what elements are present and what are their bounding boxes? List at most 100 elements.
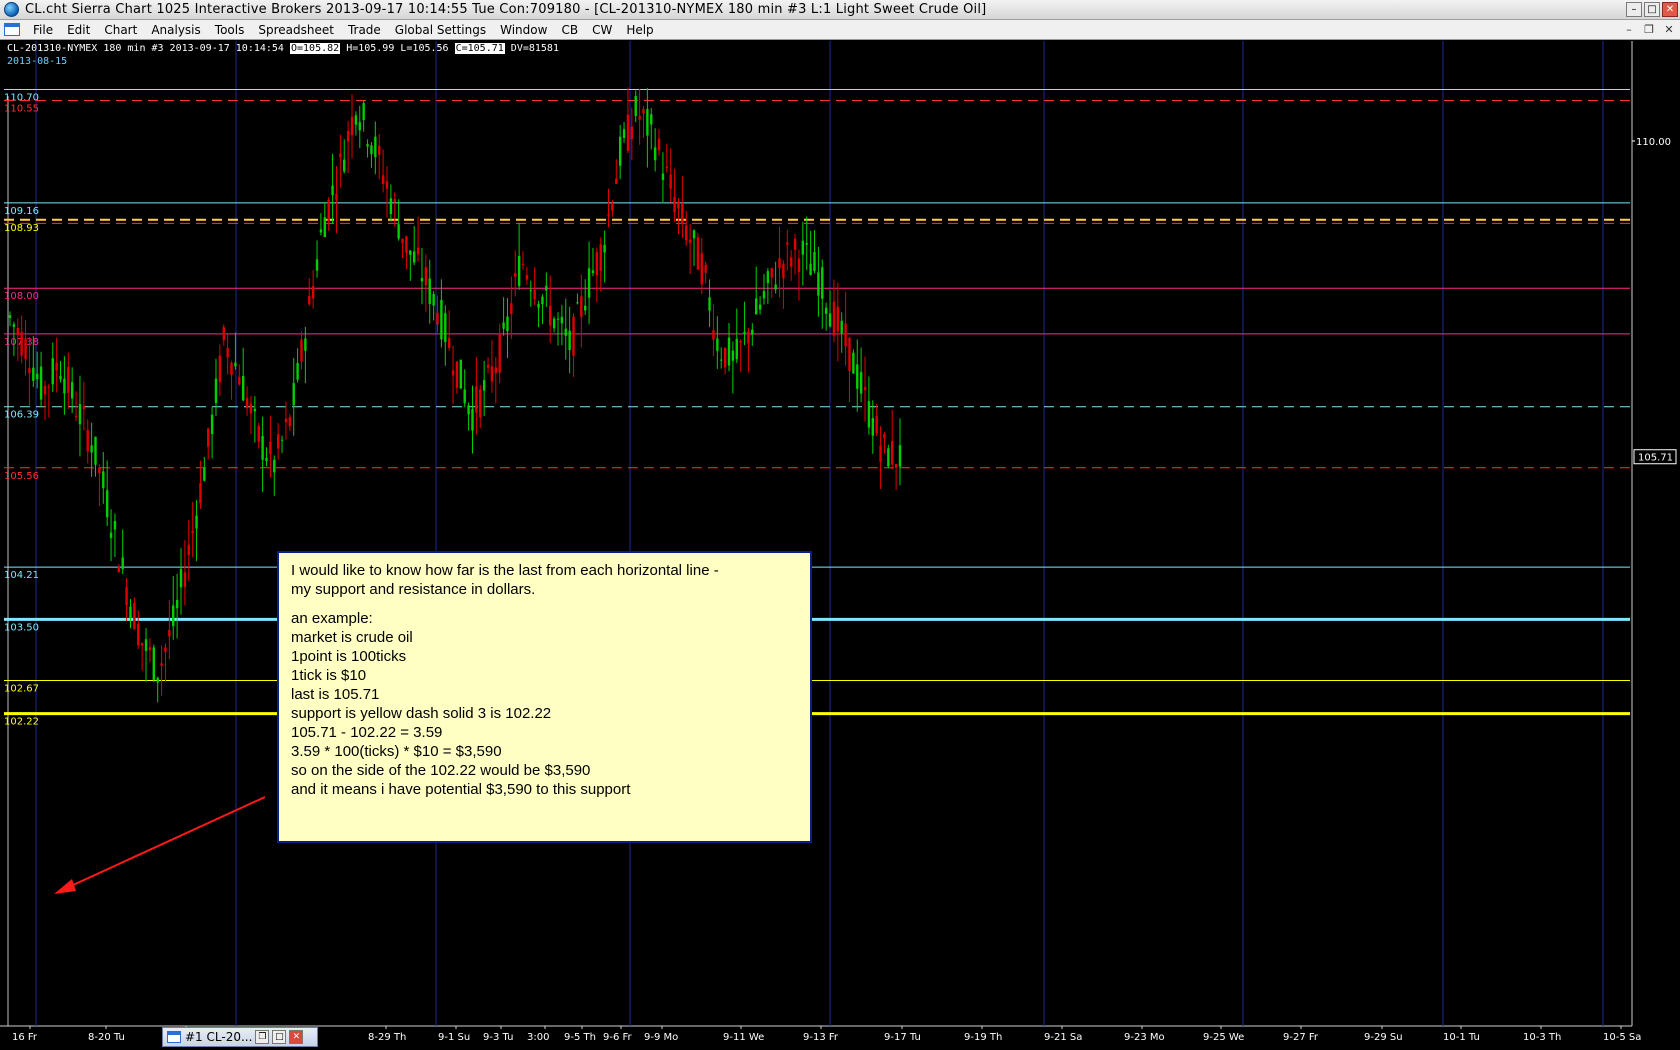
time-axis-label: 9-29 Su (1364, 1032, 1403, 1043)
mini-restore-button[interactable]: ❐ (255, 1030, 270, 1044)
horizontal-level-label: 108.93 (4, 223, 39, 234)
candle-body (751, 329, 754, 335)
candle-body (700, 253, 703, 285)
candle-body (883, 434, 886, 439)
horizontal-level-label: 108.00 (4, 291, 39, 302)
candle-body (529, 289, 532, 291)
menu-file[interactable]: File (26, 23, 60, 37)
menu-spreadsheet[interactable]: Spreadsheet (251, 23, 341, 37)
menu-cw[interactable]: CW (585, 23, 619, 37)
mini-close-button[interactable]: ✕ (289, 1030, 304, 1044)
candle-body (125, 587, 128, 606)
candle-body (440, 299, 443, 340)
candle-body (665, 166, 669, 168)
candle-body (774, 284, 777, 290)
candle-body (20, 332, 23, 356)
menu-chart[interactable]: Chart (97, 23, 144, 37)
candle-body (840, 320, 843, 334)
candle-body (241, 376, 245, 401)
annotation-text-box[interactable]: I would like to know how far is the last… (277, 551, 812, 843)
candle-body (556, 318, 560, 320)
minimized-chart-window[interactable]: #1 CL-20... ❐ □ ✕ (162, 1027, 318, 1047)
horizontal-level-label: 102.67 (4, 683, 39, 694)
candle-body (354, 115, 358, 125)
menu-analysis[interactable]: Analysis (144, 23, 207, 37)
candle-body (444, 313, 447, 342)
menu-trade[interactable]: Trade (341, 23, 388, 37)
candle-body (74, 415, 78, 417)
annotation-arrow-line (59, 796, 266, 892)
candle-body (385, 181, 389, 189)
candle-body (117, 566, 121, 573)
horizontal-level-label: 110.55 (4, 104, 39, 115)
candle-body (389, 198, 393, 215)
menu-edit[interactable]: Edit (60, 23, 97, 37)
candle-body (898, 445, 902, 467)
candle-body (160, 663, 163, 666)
candle-body (607, 214, 610, 216)
candle-body (848, 337, 851, 372)
note-line: last is 105.71 (291, 686, 380, 703)
candle-body (284, 418, 288, 423)
time-axis-label: 9-11 We (723, 1032, 764, 1043)
window-titlebar[interactable]: CL.cht Sierra Chart 1025 Interactive Bro… (0, 0, 1680, 20)
candle-body (467, 405, 470, 415)
note-line: support is yellow dash solid 3 is 102.22 (291, 705, 552, 722)
mini-maximize-button[interactable]: □ (272, 1030, 287, 1044)
candle-body (366, 144, 369, 147)
candle-body (615, 178, 618, 184)
candle-body (207, 428, 210, 447)
time-axis-label: 16 Fr (12, 1032, 38, 1043)
candle-body (560, 316, 564, 324)
candle-body (43, 385, 47, 395)
menu-help[interactable]: Help (619, 23, 660, 37)
horizontal-level-label: 103.50 (4, 622, 39, 633)
price-tick-label: 110.00 (1636, 137, 1671, 148)
time-axis-label: 8-20 Tu (88, 1032, 125, 1043)
horizontal-level-label: 109.16 (4, 206, 39, 217)
candle-body (90, 445, 93, 453)
candle-body (370, 145, 373, 155)
candle-body (677, 201, 680, 209)
candle-body (109, 532, 113, 538)
time-axis-label: 10-3 Th (1523, 1032, 1561, 1043)
mdi-restore-button[interactable]: ❐ (1642, 23, 1656, 36)
menu-tools[interactable]: Tools (208, 23, 252, 37)
minimize-button[interactable]: – (1626, 2, 1642, 17)
close-button[interactable]: ✕ (1662, 2, 1678, 17)
chart-document-icon[interactable] (4, 23, 20, 36)
price-chart[interactable]: 110.70110.55109.16108.93108.00107.38106.… (0, 41, 1680, 1050)
candle-body (786, 242, 789, 245)
candle-body (828, 313, 832, 327)
sierra-chart-app-icon[interactable] (4, 2, 19, 17)
candle-body (199, 483, 202, 504)
note-line: my support and resistance in dollars. (291, 581, 536, 598)
candle-body (537, 303, 540, 308)
candle-body (276, 434, 280, 449)
candle-body (867, 401, 871, 428)
candle-body (755, 298, 758, 315)
candle-body (583, 305, 587, 311)
candle-body (226, 347, 229, 358)
candle-body (346, 131, 350, 142)
time-axis-label: 9-1 Su (438, 1032, 470, 1043)
menu-window[interactable]: Window (493, 23, 554, 37)
mdi-minimize-button[interactable]: – (1622, 23, 1636, 36)
chart-canvas[interactable]: 110.70110.55109.16108.93108.00107.38106.… (0, 41, 1680, 1050)
candle-body (374, 136, 377, 158)
menu-global-settings[interactable]: Global Settings (388, 23, 493, 37)
candle-body (253, 408, 257, 412)
chart-low-value: L=105.56 (400, 43, 449, 54)
maximize-button[interactable]: □ (1644, 2, 1660, 17)
candle-body (525, 275, 529, 280)
time-axis-label: 9-17 Tu (884, 1032, 921, 1043)
candle-body (133, 602, 136, 630)
candle-body (331, 185, 334, 196)
candle-body (381, 175, 385, 184)
candle-body (611, 203, 614, 211)
candle-body (564, 328, 567, 336)
candle-body (758, 304, 762, 310)
candle-body (576, 302, 579, 304)
mdi-close-button[interactable]: ✕ (1662, 23, 1676, 36)
menu-cb[interactable]: CB (554, 23, 585, 37)
